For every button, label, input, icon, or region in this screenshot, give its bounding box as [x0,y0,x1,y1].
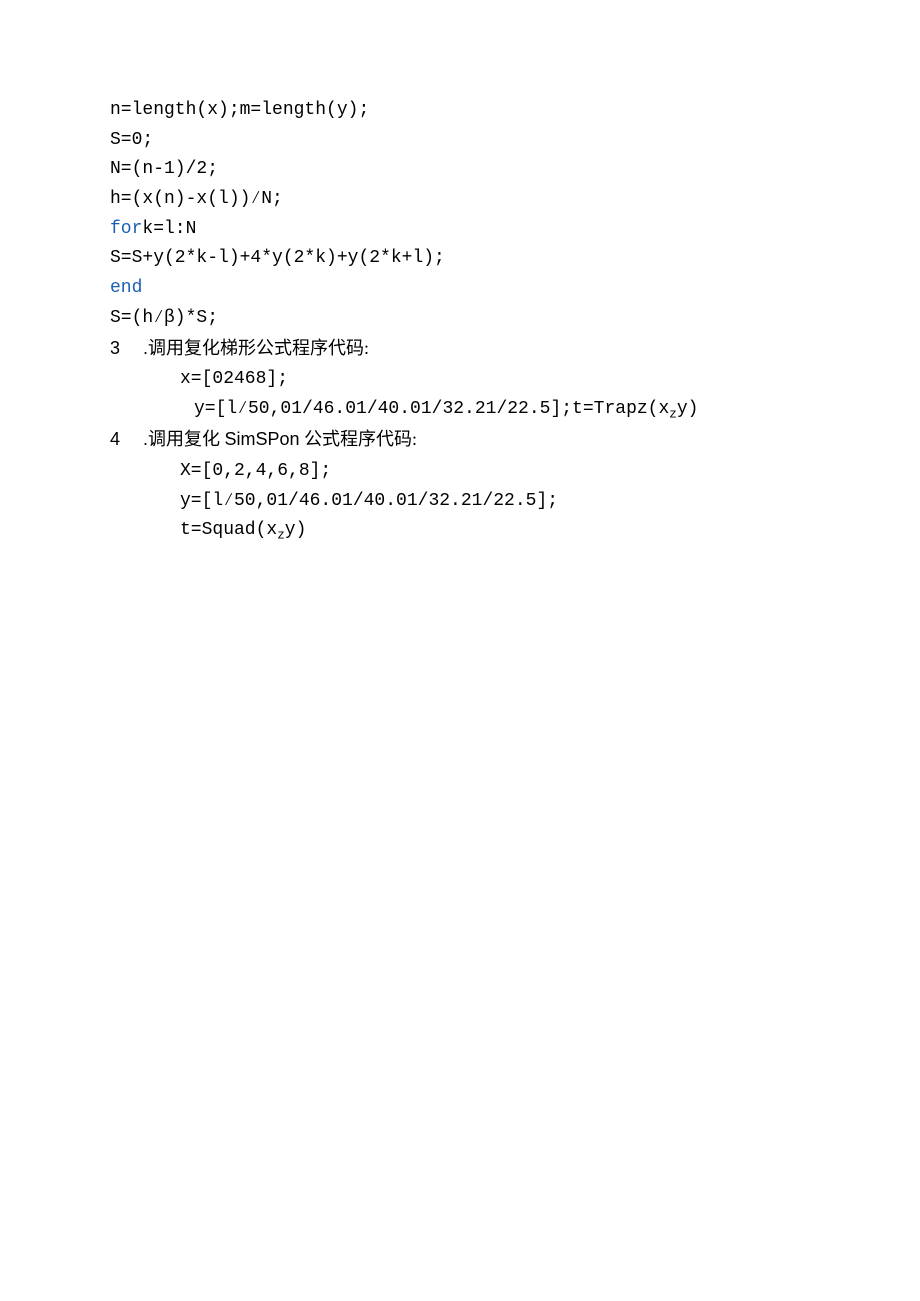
subscript-z-1: z [669,407,677,421]
code-line-5: fork=l:N [110,215,810,245]
section-4-dot: . [138,429,148,449]
code-line-2: S=0; [110,126,810,156]
code-line-5-rest: k=l:N [142,219,196,239]
section-4-code-3a: t=Squad(x [180,520,277,540]
section-3-header: 3 .调用复化梯形公式程序代码: [110,334,810,366]
section-3-title: 调用复化梯形公式程序代码: [148,338,369,358]
section-4-number: 4 [110,425,138,455]
section-3-code-2a: y=[l∕50,01/46.01/40.01/32.21/22.5];t=Tra… [194,399,669,419]
section-4-code-1: X=[0,2,4,6,8]; [110,457,810,487]
keyword-for: for [110,219,142,239]
section-4-code-3b: y) [285,520,307,540]
section-4-header: 4 .调用复化 SimSPon 公式程序代码: [110,425,810,457]
section-3-code-2b: y) [677,399,699,419]
subscript-z-2: z [277,529,285,543]
section-4-code-2: y=[l∕50,01/46.01/40.01/32.21/22.5]; [110,487,810,517]
section-3-code-2: y=[l∕50,01/46.01/40.01/32.21/22.5];t=Tra… [110,395,810,425]
code-line-8: S=(h∕β)*S; [110,304,810,334]
section-4-title-post: 公式程序代码: [300,429,418,449]
code-line-3: N=(n-1)/2; [110,155,810,185]
section-4-title-pre: 调用复化 [148,429,225,449]
section-4-title-en: SimSPon [225,429,300,449]
keyword-end: end [110,278,142,298]
code-line-7: end [110,274,810,304]
code-line-1: n=length(x);m=length(y); [110,96,810,126]
section-4-code-3: t=Squad(xzy) [110,516,810,546]
code-line-6: S=S+y(2*k-l)+4*y(2*k)+y(2*k+l); [110,244,810,274]
section-3-dot: . [138,338,148,358]
section-3-code-1: x=[02468]; [110,365,810,395]
section-3-number: 3 [110,334,138,364]
code-line-4: h=(x(n)-x(l))∕N; [110,185,810,215]
